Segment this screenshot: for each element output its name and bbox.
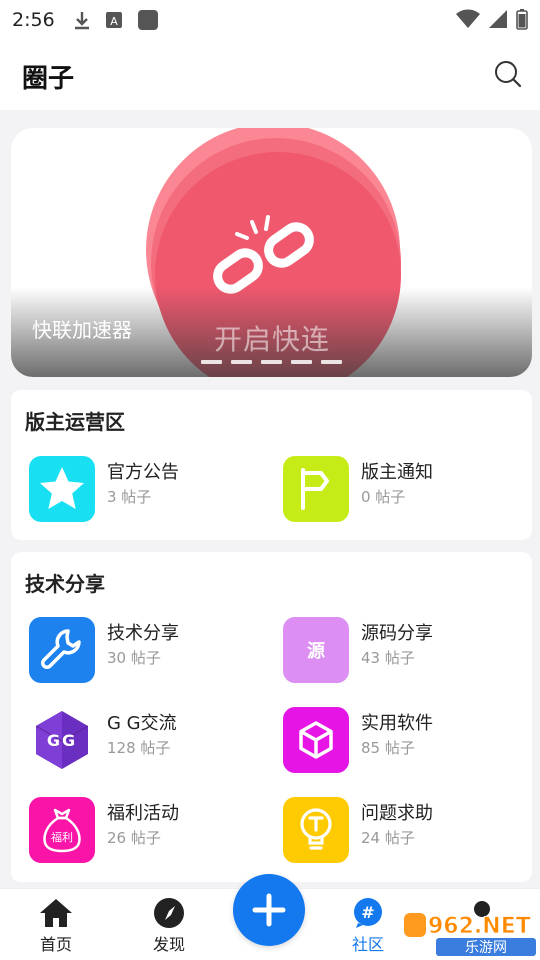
moderator-section: 版主运营区 官方公告 3 帖子 版主通知 0 帖子 (11, 390, 532, 540)
carousel-dot[interactable] (201, 360, 222, 364)
cube-icon (283, 707, 349, 773)
download-icon (74, 12, 89, 30)
item-count: 43 帖子 (361, 649, 415, 667)
money-bag-icon: 福利 (29, 797, 95, 863)
svg-text:#: # (361, 903, 374, 922)
create-post-button[interactable] (233, 874, 305, 946)
flag-icon (283, 456, 349, 522)
gg-icon: GG (29, 707, 95, 773)
circle-item-mod-notice[interactable]: 版主通知 0 帖子 (283, 456, 523, 524)
icon-text: 源 (307, 641, 325, 662)
compass-icon (154, 898, 184, 928)
icon-text: 福利 (51, 831, 73, 844)
svg-text:A: A (110, 15, 118, 28)
item-count: 85 帖子 (361, 739, 415, 757)
watermark-logo: 962.NET 乐游网 (402, 905, 538, 957)
square-notification-icon (137, 10, 158, 30)
bulb-icon (283, 797, 349, 863)
plus-icon (252, 893, 286, 927)
item-count: 24 帖子 (361, 829, 415, 847)
wifi-icon (456, 9, 480, 28)
nav-discover[interactable]: 发现 (129, 889, 209, 960)
circle-item-benefits[interactable]: 福利 福利活动 26 帖子 (29, 797, 269, 865)
nav-community-label: 社区 (351, 935, 384, 954)
status-time: 2:56 (12, 9, 55, 31)
carousel-dot[interactable] (291, 360, 312, 364)
search-icon[interactable] (494, 60, 522, 88)
tech-share-section: 技术分享 技术分享 30 帖子 源 源码分享 43 帖子 GG G G交流 12… (11, 552, 532, 882)
nav-home[interactable]: 首页 (16, 889, 96, 960)
banner-label: 快联加速器 (32, 318, 132, 342)
carousel-dot[interactable] (321, 360, 342, 364)
nav-home-label: 首页 (39, 935, 72, 954)
nav-community[interactable]: # 社区 (328, 889, 408, 960)
item-count: 3 帖子 (107, 488, 152, 506)
circle-item-announcement[interactable]: 官方公告 3 帖子 (29, 456, 269, 524)
item-count: 30 帖子 (107, 649, 161, 667)
star-icon (29, 456, 95, 522)
item-name: 技术分享 (107, 623, 179, 644)
wrench-icon (29, 617, 95, 683)
carousel-dot[interactable] (261, 360, 282, 364)
community-chat-icon: # (354, 898, 382, 928)
circle-item-tech-share[interactable]: 技术分享 30 帖子 (29, 617, 269, 685)
circle-item-source-share[interactable]: 源 源码分享 43 帖子 (283, 617, 523, 685)
section-title: 版主运营区 (25, 410, 125, 434)
circle-item-gg-chat[interactable]: GG G G交流 128 帖子 (29, 707, 269, 775)
item-count: 26 帖子 (107, 829, 161, 847)
item-count: 128 帖子 (107, 739, 171, 757)
watermark-bottom: 乐游网 (465, 940, 507, 956)
carousel-dot[interactable] (231, 360, 252, 364)
app-bar: 圈子 (0, 40, 540, 110)
status-bar: 2:56 A (0, 0, 540, 40)
item-name: 问题求助 (361, 803, 433, 824)
battery-icon (516, 9, 528, 30)
item-name: 版主通知 (361, 462, 433, 483)
item-name: G G交流 (107, 713, 177, 734)
watermark-top: 962.NET (428, 914, 531, 939)
banner-cta: 开启快连 (214, 323, 331, 356)
item-name: 实用软件 (361, 713, 433, 734)
nav-discover-label: 发现 (152, 935, 185, 954)
item-name: 官方公告 (107, 462, 179, 483)
app-notification-icon: A (105, 12, 122, 28)
icon-text: GG (46, 730, 78, 750)
page-title: 圈子 (22, 64, 75, 94)
carousel-indicator[interactable] (201, 360, 342, 364)
circle-item-useful-software[interactable]: 实用软件 85 帖子 (283, 707, 523, 775)
source-icon: 源 (283, 617, 349, 683)
section-title: 技术分享 (25, 572, 105, 596)
circle-item-help[interactable]: 问题求助 24 帖子 (283, 797, 523, 865)
signal-icon (489, 10, 507, 28)
item-count: 0 帖子 (361, 488, 406, 506)
home-icon (40, 899, 72, 927)
item-name: 福利活动 (107, 803, 179, 824)
item-name: 源码分享 (361, 623, 433, 644)
promo-banner[interactable]: 快联加速器 开启快连 (11, 128, 532, 377)
